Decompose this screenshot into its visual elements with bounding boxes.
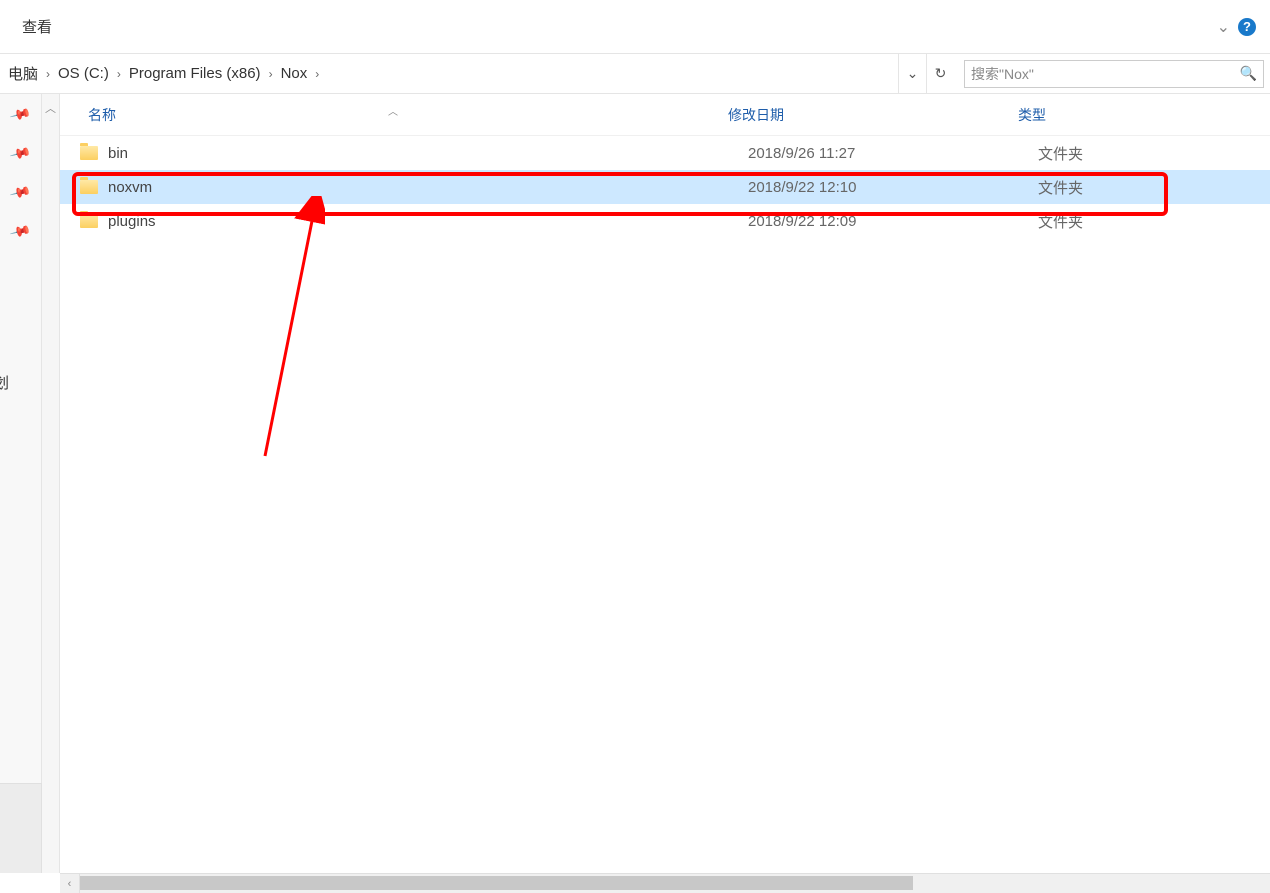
column-name-label: 名称 [88,107,116,123]
pin-icon[interactable]: 📌 [9,142,33,165]
address-dropdown-button[interactable]: ⌄ [898,54,926,93]
address-bar: 电脑 › OS (C:) › Program Files (x86) › Nox… [0,54,1270,94]
cell-name: bin [108,145,748,162]
sort-indicator-icon: ︿ [388,103,398,118]
main-area: 📌 📌 📌 📌 ︿ 划 名称 ︿ 修改日期 类型 bin 2018/9/26 1… [0,94,1270,873]
column-date-header[interactable]: 修改日期 [728,105,1018,125]
pin-icon[interactable]: 📌 [9,181,33,204]
refresh-button[interactable]: ↻ [926,54,954,93]
menu-view[interactable]: 查看 [14,12,60,41]
quick-access-rail: 📌 📌 📌 📌 [0,94,42,873]
chevron-right-icon[interactable]: › [115,67,123,81]
menu-bar: 查看 ⌄ ? [0,0,1270,54]
table-row[interactable]: bin 2018/9/26 11:27 文件夹 [60,136,1270,170]
file-rows: bin 2018/9/26 11:27 文件夹 noxvm 2018/9/22 … [60,136,1270,238]
file-list: 名称 ︿ 修改日期 类型 bin 2018/9/26 11:27 文件夹 nox… [60,94,1270,873]
cell-date: 2018/9/26 11:27 [748,145,1038,162]
crumb-nox[interactable]: Nox [275,65,314,82]
folder-icon [80,146,98,160]
nav-panel-footer [0,783,42,873]
cell-name: plugins [108,213,748,230]
help-icon[interactable]: ? [1238,18,1256,36]
scroll-track[interactable] [80,874,1270,893]
breadcrumb[interactable]: 电脑 › OS (C:) › Program Files (x86) › Nox… [0,54,898,93]
folder-icon [80,214,98,228]
scroll-thumb[interactable] [80,876,913,890]
folder-icon [80,180,98,194]
column-name-header[interactable]: 名称 ︿ [88,105,728,125]
crumb-pf86[interactable]: Program Files (x86) [123,65,267,82]
search-icon[interactable]: 🔍 [1240,65,1257,82]
search-placeholder: 搜索"Nox" [971,64,1240,84]
search-input[interactable]: 搜索"Nox" 🔍 [964,60,1264,88]
crumb-drive[interactable]: OS (C:) [52,65,115,82]
chevron-right-icon[interactable]: › [267,67,275,81]
columns-header: 名称 ︿ 修改日期 类型 [60,94,1270,136]
table-row[interactable]: plugins 2018/9/22 12:09 文件夹 [60,204,1270,238]
cell-date: 2018/9/22 12:10 [748,179,1038,196]
cell-name: noxvm [108,179,748,196]
nav-scroll[interactable]: ︿ [42,94,60,873]
horizontal-scrollbar[interactable]: ‹ [60,873,1270,893]
sidebar-item-label: 划 [0,372,9,393]
cell-date: 2018/9/22 12:09 [748,213,1038,230]
crumb-pc[interactable]: 电脑 [2,63,44,84]
column-type-header[interactable]: 类型 [1018,105,1178,125]
scroll-left-icon[interactable]: ‹ [60,874,80,893]
chevron-right-icon[interactable]: › [313,67,321,81]
ribbon-expand-icon[interactable]: ⌄ [1217,17,1230,37]
cell-type: 文件夹 [1038,177,1198,198]
cell-type: 文件夹 [1038,143,1198,164]
cell-type: 文件夹 [1038,211,1198,232]
pin-icon[interactable]: 📌 [9,103,33,126]
chevron-right-icon[interactable]: › [44,67,52,81]
pin-icon[interactable]: 📌 [9,220,33,243]
scroll-up-icon[interactable]: ︿ [45,100,56,116]
table-row[interactable]: noxvm 2018/9/22 12:10 文件夹 [60,170,1270,204]
